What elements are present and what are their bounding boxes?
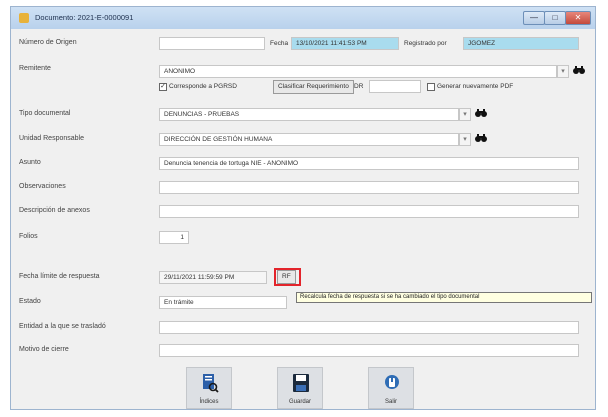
rf-highlight-box xyxy=(274,268,301,286)
document-window: Documento: 2021-E-0000091 — □ ✕ Número d… xyxy=(10,6,596,410)
floppy-disk-icon xyxy=(292,373,310,393)
estado-field[interactable]: En trámite xyxy=(159,296,287,309)
unidad-responsable-field[interactable]: DIRECCIÓN DE GESTIÓN HUMANA xyxy=(159,133,459,146)
folios-field[interactable]: 1 xyxy=(159,231,189,244)
corresponde-pgrsd-label: Corresponde a PGRSD xyxy=(169,83,237,90)
window-title: Documento: 2021-E-0000091 xyxy=(35,13,134,22)
asunto-field[interactable]: Denuncia tenencia de tortuga NIE - ANONI… xyxy=(159,157,579,170)
fecha-limite-field[interactable]: 29/11/2021 11:59:59 PM xyxy=(159,271,267,284)
generar-pdf-checkbox[interactable] xyxy=(427,83,435,91)
chevron-down-icon: ▾ xyxy=(463,136,467,143)
search-binoculars-icon[interactable] xyxy=(474,133,488,146)
maximize-button[interactable]: □ xyxy=(544,11,566,25)
fecha-label: Fecha xyxy=(270,40,289,47)
salir-button[interactable]: Salir xyxy=(368,367,414,409)
asunto-label: Asunto xyxy=(19,159,41,166)
entidad-label: Entidad a la que se trasladó xyxy=(19,323,106,330)
indices-label: Índices xyxy=(199,399,219,405)
motivo-cierre-field[interactable] xyxy=(159,344,579,357)
estado-label: Estado xyxy=(19,298,41,305)
rf-tooltip: Recalcula fecha de respuesta si se ha ca… xyxy=(296,292,592,303)
guardar-button[interactable]: Guardar xyxy=(277,367,323,409)
salir-label: Salir xyxy=(384,399,397,405)
motivo-cierre-label: Motivo de cierre xyxy=(19,346,69,353)
indices-button[interactable]: Índices xyxy=(186,367,232,409)
close-button[interactable]: ✕ xyxy=(565,11,591,25)
numero-origen-label: Número de Origen xyxy=(19,39,77,46)
exit-icon xyxy=(383,373,401,393)
observaciones-label: Observaciones xyxy=(19,183,66,190)
tipo-documental-label: Tipo documental xyxy=(19,110,71,117)
observaciones-field[interactable] xyxy=(159,181,579,194)
remitente-field[interactable]: ANONIMO xyxy=(159,65,557,78)
fecha-field[interactable]: 13/10/2021 11:41:53 PM xyxy=(291,37,399,50)
chevron-down-icon: ▾ xyxy=(561,68,565,75)
generar-pdf-label: Generar nuevamente PDF xyxy=(437,83,514,90)
entidad-field[interactable] xyxy=(159,321,579,334)
remitente-dropdown[interactable]: ▾ xyxy=(557,65,569,78)
fecha-limite-label: Fecha límite de respuesta xyxy=(19,273,100,280)
descripcion-anexos-field[interactable] xyxy=(159,205,579,218)
dr-label: DR xyxy=(354,83,364,90)
corresponde-pgrsd-checkbox[interactable]: ✓ xyxy=(159,83,167,91)
guardar-label: Guardar xyxy=(288,399,311,405)
descripcion-anexos-label: Descripción de anexos xyxy=(19,207,90,214)
dr-field[interactable] xyxy=(369,80,421,93)
remitente-label: Remitente xyxy=(19,65,51,72)
app-icon xyxy=(19,13,29,23)
search-binoculars-icon[interactable] xyxy=(572,65,586,78)
chevron-down-icon: ▾ xyxy=(463,111,467,118)
document-search-icon xyxy=(201,373,219,393)
tipo-documental-dropdown[interactable]: ▾ xyxy=(459,108,471,121)
search-binoculars-icon[interactable] xyxy=(474,108,488,121)
registrado-por-label: Registrado por xyxy=(404,40,447,47)
clasificar-requerimiento-button[interactable]: Clasificar Requerimiento xyxy=(273,80,354,94)
numero-origen-field[interactable] xyxy=(159,37,265,50)
unidad-responsable-dropdown[interactable]: ▾ xyxy=(459,133,471,146)
unidad-responsable-label: Unidad Responsable xyxy=(19,135,84,142)
minimize-button[interactable]: — xyxy=(523,11,545,25)
tipo-documental-field[interactable]: DENUNCIAS - PRUEBAS xyxy=(159,108,459,121)
folios-label: Folios xyxy=(19,233,38,240)
registrado-por-field[interactable]: JGOMEZ xyxy=(463,37,579,50)
title-bar[interactable]: Documento: 2021-E-0000091 — □ ✕ xyxy=(11,7,595,29)
